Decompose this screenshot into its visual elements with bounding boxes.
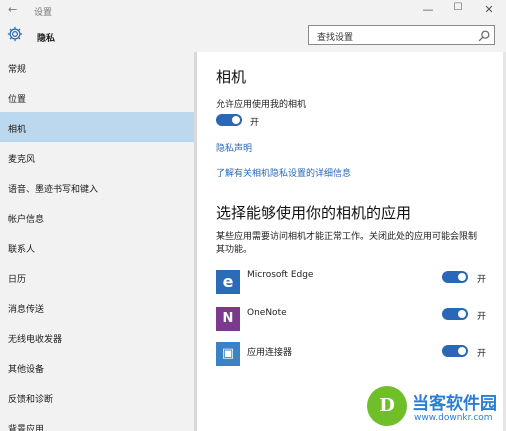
close-button[interactable]: ✕ — [481, 3, 497, 16]
sidebar-item-radios[interactable]: 无线电收发器 — [0, 322, 194, 352]
sidebar-item-label: 麦克风 — [8, 155, 36, 165]
watermark-url: www.downkr.com — [414, 413, 493, 423]
search-icon[interactable] — [477, 28, 491, 42]
app-connector-icon: ▣ — [216, 342, 240, 366]
sidebar-item-contacts[interactable]: 联系人 — [0, 232, 194, 262]
toggle-knob — [458, 273, 466, 281]
sidebar-item-other-devices[interactable]: 其他设备 — [0, 352, 194, 382]
app-name-edge: Microsoft Edge — [247, 270, 314, 280]
toggle-knob — [458, 310, 466, 318]
section-title-camera: 相机 — [216, 68, 247, 86]
sidebar-item-label: 语音、墨迹书写和键入 — [8, 185, 99, 195]
onenote-toggle-state: 开 — [477, 312, 487, 322]
gear-icon — [6, 25, 24, 43]
sidebar-item-label: 相机 — [8, 125, 27, 135]
edge-icon: e — [216, 270, 240, 294]
privacy-statement-link[interactable]: 隐私声明 — [216, 141, 252, 154]
back-button[interactable]: ← — [8, 3, 17, 16]
app-connector-camera-toggle[interactable] — [442, 345, 468, 357]
sidebar-item-label: 帐户信息 — [8, 215, 45, 225]
sidebar-item-camera[interactable]: 相机 — [0, 112, 194, 142]
allow-camera-label: 允许应用使用我的相机 — [216, 100, 307, 110]
search-placeholder: 查找设置 — [317, 33, 354, 43]
toggle-knob — [458, 347, 466, 355]
learn-more-link[interactable]: 了解有关相机隐私设置的详细信息 — [216, 166, 351, 179]
allow-camera-toggle[interactable] — [216, 114, 242, 126]
sidebar-item-label: 联系人 — [8, 245, 36, 255]
allow-camera-toggle-state: 开 — [250, 118, 260, 128]
maximize-button[interactable]: ☐ — [450, 2, 466, 13]
app-name-app-connector: 应用连接器 — [247, 348, 293, 358]
sidebar-item-feedback-diagnostics[interactable]: 反馈和诊断 — [0, 382, 194, 412]
sidebar-item-general[interactable]: 常规 — [0, 52, 194, 82]
watermark-logo: D — [367, 386, 407, 426]
sidebar-item-label: 位置 — [8, 95, 27, 105]
sidebar-item-messaging[interactable]: 消息传送 — [0, 292, 194, 322]
search-input[interactable]: 查找设置 — [308, 25, 495, 45]
minimize-button[interactable]: — — [420, 3, 436, 16]
app-connector-toggle-state: 开 — [477, 349, 487, 359]
settings-window: ← 设置 — ☐ ✕ 隐私 查找设置 常规 位置 相机 麦克风 语音、墨迹书写和… — [0, 0, 506, 431]
section-title-apps: 选择能够使用你的相机的应用 — [216, 204, 412, 222]
toggle-knob — [232, 116, 240, 124]
apps-description: 某些应用需要访问相机才能正常工作。关闭此处的应用可能会限制其功能。 — [216, 232, 478, 255]
sidebar-item-label: 其他设备 — [8, 365, 45, 375]
sidebar-item-background-apps[interactable]: 背景应用 — [0, 412, 194, 431]
sidebar-item-label: 无线电收发器 — [8, 335, 63, 345]
watermark-brand: 当客软件园 — [412, 394, 497, 414]
title-bar: ← 设置 — ☐ ✕ — [0, 0, 506, 22]
onenote-icon: N — [216, 307, 240, 331]
app-name-onenote: OneNote — [247, 308, 287, 318]
sidebar-item-label: 反馈和诊断 — [8, 395, 54, 405]
onenote-camera-toggle[interactable] — [442, 308, 468, 320]
sidebar: 常规 位置 相机 麦克风 语音、墨迹书写和键入 帐户信息 联系人 日历 消息传送… — [0, 52, 196, 431]
edge-toggle-state: 开 — [477, 275, 487, 285]
sidebar-item-label: 消息传送 — [8, 305, 45, 315]
window-title: 设置 — [34, 8, 53, 18]
sidebar-item-microphone[interactable]: 麦克风 — [0, 142, 194, 172]
sidebar-item-calendar[interactable]: 日历 — [0, 262, 194, 292]
edge-camera-toggle[interactable] — [442, 271, 468, 283]
sidebar-item-label: 背景应用 — [8, 425, 45, 431]
sidebar-item-account-info[interactable]: 帐户信息 — [0, 202, 194, 232]
page-title: 隐私 — [37, 34, 56, 44]
sidebar-item-label: 日历 — [8, 275, 27, 285]
sidebar-item-speech-inking-typing[interactable]: 语音、墨迹书写和键入 — [0, 172, 194, 202]
sidebar-item-label: 常规 — [8, 65, 27, 75]
sidebar-item-location[interactable]: 位置 — [0, 82, 194, 112]
